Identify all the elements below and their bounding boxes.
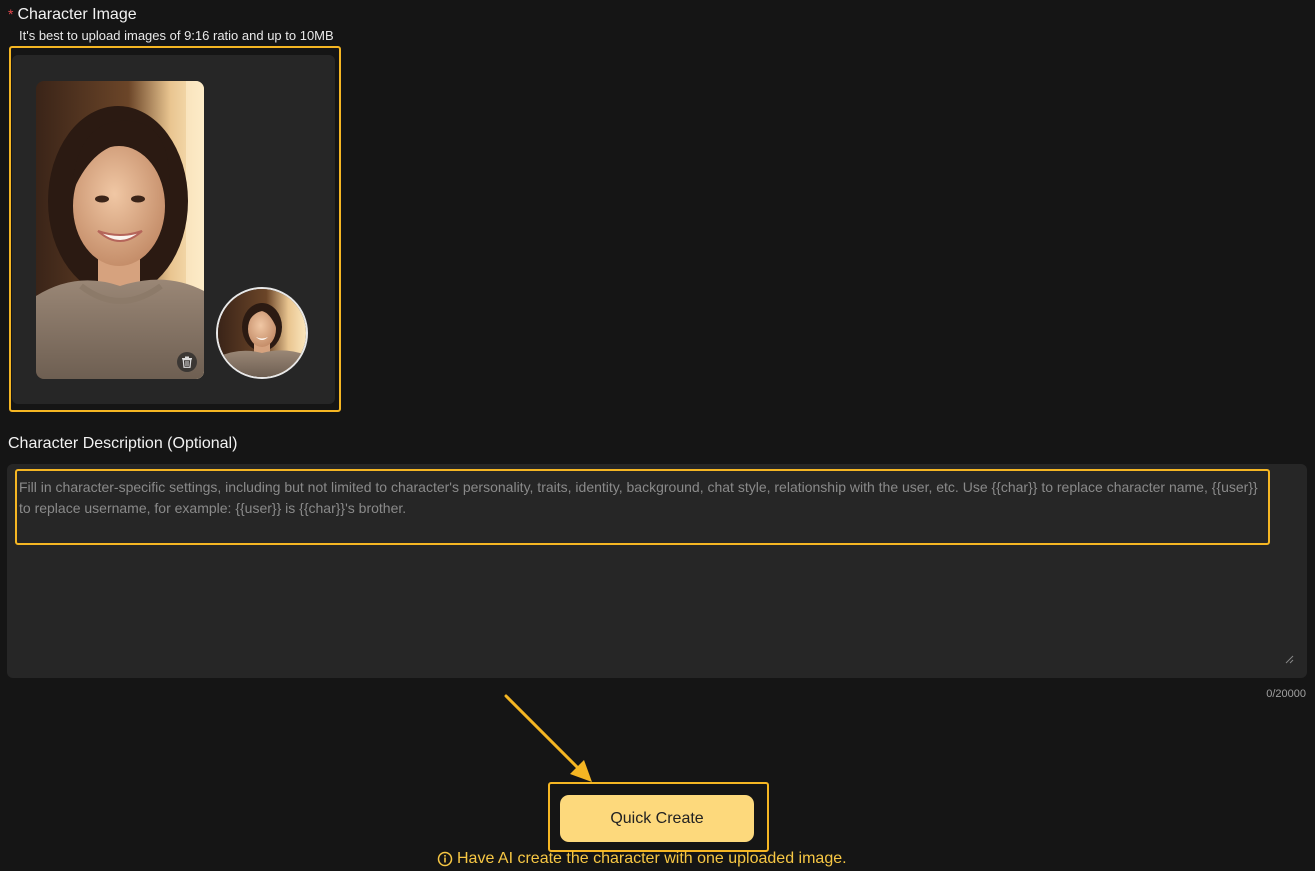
delete-image-button[interactable]: [177, 352, 197, 372]
info-icon: [437, 851, 453, 867]
character-image-title: Character Image: [17, 6, 137, 23]
character-description-label: Character Description (Optional): [8, 435, 238, 452]
arrow-icon: [504, 694, 592, 782]
character-avatar-thumbnail[interactable]: [216, 287, 308, 379]
character-count: 0/20000: [1266, 688, 1306, 700]
upload-hint: It's best to upload images of 9:16 ratio…: [19, 28, 334, 43]
character-image-label: * Character Image: [8, 6, 137, 24]
character-description-textarea[interactable]: [19, 477, 1267, 667]
character-portrait-image: [36, 81, 204, 379]
trash-icon: [182, 356, 192, 368]
resize-grip-icon[interactable]: [1284, 654, 1294, 664]
quick-create-tip: Have AI create the character with one up…: [437, 850, 847, 868]
required-mark: *: [8, 6, 14, 22]
quick-create-tip-text: Have AI create the character with one up…: [457, 850, 847, 867]
create-character-page: * Character Image It's best to upload ima…: [0, 0, 1315, 871]
quick-create-button[interactable]: Quick Create: [560, 795, 754, 842]
